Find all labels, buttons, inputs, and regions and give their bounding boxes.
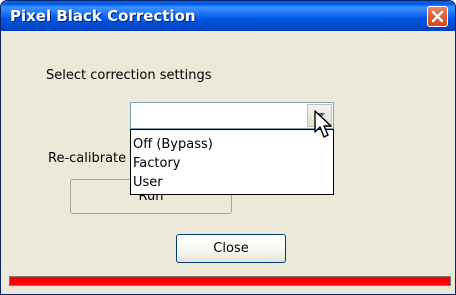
option-user[interactable]: User xyxy=(133,173,163,192)
window-title: Pixel Black Correction xyxy=(10,7,196,25)
mouse-pointer-icon xyxy=(314,110,332,138)
option-factory[interactable]: Factory xyxy=(133,154,181,173)
select-settings-label: Select correction settings xyxy=(46,68,212,83)
correction-settings-combo[interactable] xyxy=(130,102,334,129)
close-icon[interactable] xyxy=(427,6,448,27)
recalibrate-label: Re-calibrate xyxy=(48,151,127,166)
dialog-window: Pixel Black Correction Select correction… xyxy=(0,0,456,295)
title-bar[interactable]: Pixel Black Correction xyxy=(1,1,455,31)
combo-dropdown-list: Off (Bypass) Factory User xyxy=(130,129,334,195)
close-button[interactable]: Close xyxy=(176,234,286,263)
status-bar xyxy=(9,276,451,286)
option-off-bypass[interactable]: Off (Bypass) xyxy=(133,135,213,154)
